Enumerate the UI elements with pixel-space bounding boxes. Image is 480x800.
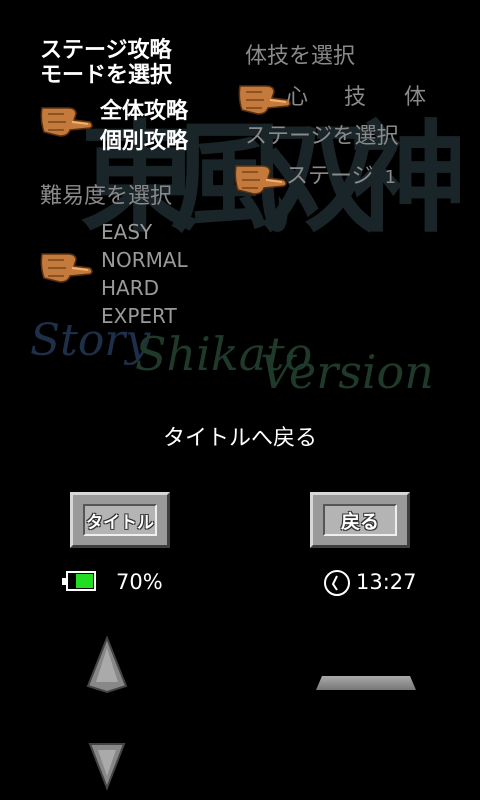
difficulty-select-title: 難易度を選択 (40, 184, 173, 209)
stage-label: ステージ (286, 164, 374, 189)
difficulty-hard[interactable]: HARD (101, 274, 188, 302)
mode-select-title: ステージ攻略 モードを選択 (40, 38, 172, 88)
down-arrow-button[interactable] (88, 742, 126, 790)
mode-option-all[interactable]: 全体攻略 (100, 97, 188, 127)
battery-percent: 70% (116, 570, 163, 594)
clock-time: 13:27 (356, 570, 417, 594)
stage-select-title: ステージを選択 (245, 124, 399, 149)
title-button-label: タイトル (83, 504, 157, 536)
difficulty-expert[interactable]: EXPERT (101, 302, 188, 330)
pointer-hand-icon (40, 253, 93, 283)
difficulty-options: EASY NORMAL HARD EXPERT (101, 218, 188, 330)
back-to-title-text: タイトルへ戻る (162, 426, 317, 451)
mode-option-individual[interactable]: 個別攻略 (100, 127, 188, 157)
battery-icon (62, 571, 96, 591)
stage-number: 1 (384, 167, 397, 188)
pointer-hand-icon (238, 85, 291, 115)
skill-option-tai[interactable]: 体 (404, 79, 426, 111)
up-arrow-button[interactable] (86, 636, 128, 694)
watermark-shikato: Shikato (135, 327, 312, 381)
mode-title-line2: モードを選択 (40, 63, 173, 88)
skill-option-gi[interactable]: 技 (344, 79, 366, 111)
mode-options: 全体攻略 個別攻略 (100, 97, 188, 157)
skill-option-shin[interactable]: 心 (286, 79, 308, 111)
difficulty-easy[interactable]: EASY (101, 218, 188, 246)
clock-icon (324, 570, 350, 596)
battery-fill (76, 574, 93, 588)
pointer-hand-icon (40, 107, 93, 137)
pointer-hand-icon (234, 165, 287, 195)
stage-option[interactable]: ステージ 1 (286, 158, 396, 190)
skill-select-title: 体技を選択 (245, 44, 356, 69)
mode-title-line1: ステージ攻略 (40, 38, 172, 63)
back-button[interactable]: 戻る (310, 492, 410, 548)
difficulty-normal[interactable]: NORMAL (101, 246, 188, 274)
horizontal-bar-button[interactable] (316, 676, 416, 690)
title-button[interactable]: タイトル (70, 492, 170, 548)
back-button-label: 戻る (323, 504, 397, 536)
watermark-version: Version (260, 345, 434, 399)
